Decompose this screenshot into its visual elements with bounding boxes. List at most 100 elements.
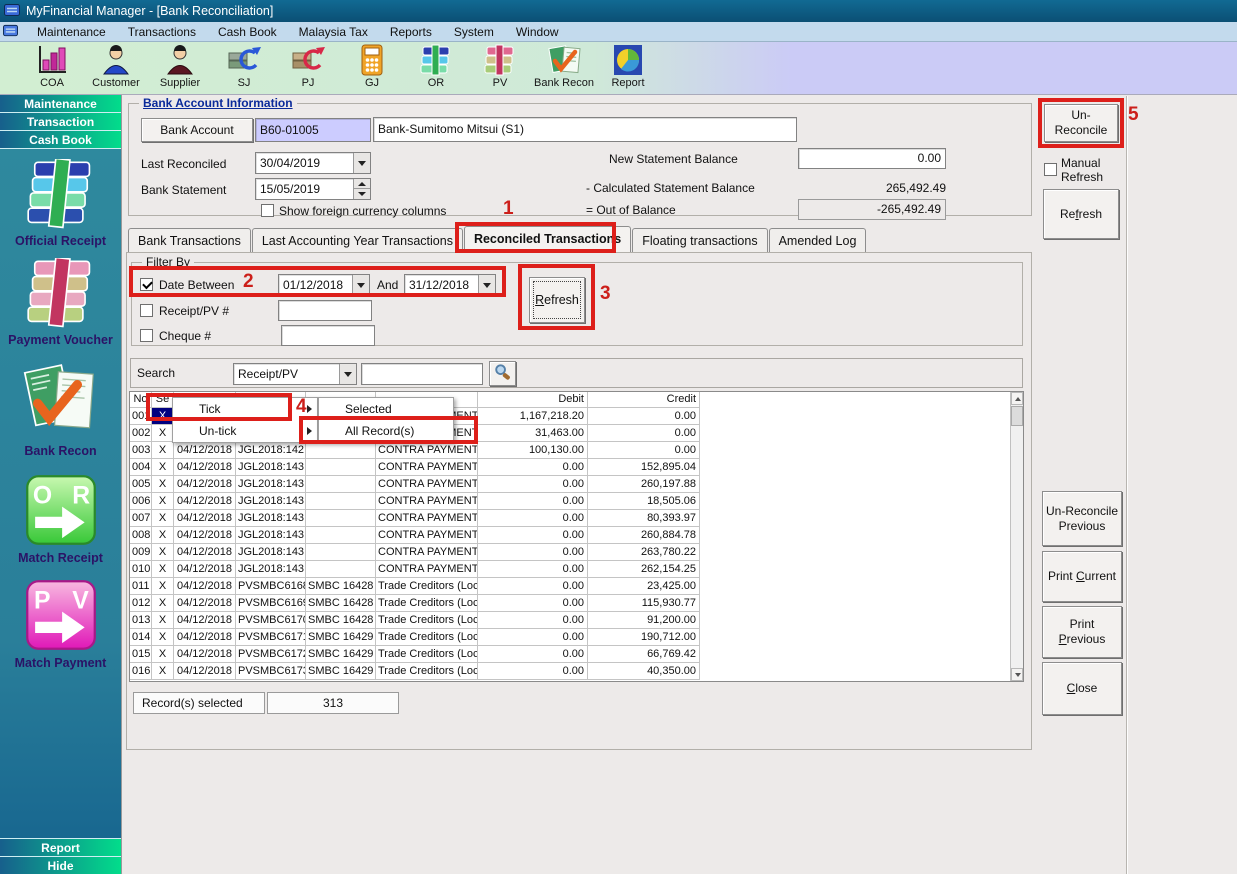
tab-reconciled-transactions[interactable]: Reconciled Transactions [463,226,632,253]
cell-cheque [306,561,376,578]
table-row[interactable]: 007 X 04/12/2018 JGL2018:143 CONTRA PAYMENT … [130,510,1023,527]
table-row[interactable]: 012 X 04/12/2018 PVSMBC6169 SMBC 16428 Trade … [130,595,1023,612]
menu-cash-book[interactable]: Cash Book [207,22,288,42]
chevron-down-icon[interactable] [353,153,370,173]
menu-item-tick[interactable]: Tick [173,398,317,420]
bank-statement-date-spinner[interactable]: 15/05/2019 [255,178,371,200]
close-button[interactable]: Close [1042,662,1122,715]
cell-no: 006 [130,493,152,510]
toolbar-coa[interactable]: COA [20,44,84,89]
table-row[interactable]: 013 X 04/12/2018 PVSMBC6170 SMBC 16428 Trade … [130,612,1023,629]
tab-amended-log[interactable]: Amended Log [768,228,867,253]
menu-item-untick[interactable]: Un-tick [173,420,317,442]
un-reconcile-previous-button[interactable]: Un-Reconcile Previous [1042,491,1122,546]
search-field-combo[interactable]: Receipt/PV [233,363,357,385]
date-to-combo[interactable]: 31/12/2018 [404,274,496,296]
table-row[interactable]: 009 X 04/12/2018 JGL2018:143 CONTRA PAYMENT … [130,544,1023,561]
tab-bank-transactions[interactable]: Bank Transactions [128,228,251,253]
cheque-input[interactable] [281,325,375,346]
cell-sel: X [152,527,174,544]
toolbar-pv[interactable]: PV [468,44,532,89]
tab-floating-transactions[interactable]: Floating transactions [632,228,768,253]
table-row[interactable]: 016 X 04/12/2018 PVSMBC6173 SMBC 16429 Trade … [130,663,1023,680]
table-row[interactable]: 008 X 04/12/2018 JGL2018:143 CONTRA PAYMENT … [130,527,1023,544]
filter-refresh-button[interactable]: Refresh [529,277,585,323]
menu-item-selected-records[interactable]: Selected Record(s) [319,398,453,438]
toolbar-or[interactable]: OR [404,44,468,89]
chevron-down-icon[interactable] [478,275,495,295]
cell-date: 04/12/2018 [174,578,236,595]
manual-refresh-checkbox[interactable] [1044,163,1057,176]
last-reconciled-date-combo[interactable]: 30/04/2019 [255,152,371,174]
find-button[interactable] [489,361,516,386]
sidebar-item-official-receipt[interactable]: Official Receipt [0,157,121,248]
sidebar-section-transaction[interactable]: Transaction [0,113,121,131]
vertical-scrollbar[interactable] [1010,392,1023,681]
print-previous-button[interactable]: Print Previous [1042,606,1122,658]
chevron-down-icon[interactable] [352,275,369,295]
sidebar-footer-hide[interactable]: Hide [0,856,121,874]
toolbar-customer[interactable]: Customer [84,44,148,89]
receipt-pv-input[interactable] [278,300,372,321]
sidebar-footer-report[interactable]: Report [0,838,121,856]
refresh-button[interactable]: Refresh [1043,189,1119,239]
purchase-journal-icon [290,44,326,76]
date-from-combo[interactable]: 01/12/2018 [278,274,370,296]
table-row[interactable]: 014 X 04/12/2018 PVSMBC6171 SMBC 16429 Trade … [130,629,1023,646]
scroll-up-icon[interactable] [1011,392,1023,405]
sidebar-section-maintenance[interactable]: Maintenance [0,95,121,113]
scroll-down-icon[interactable] [1011,668,1023,681]
table-row[interactable]: 011 X 04/12/2018 PVSMBC6168 SMBC 16428 Trade … [130,578,1023,595]
cell-date: 04/12/2018 [174,527,236,544]
toolbar-pj[interactable]: PJ [276,44,340,89]
toolbar-bank-recon[interactable]: Bank Recon [532,44,596,89]
bank-account-code-field[interactable]: B60-01005 [255,118,371,142]
show-foreign-currency-checkbox[interactable] [261,204,274,217]
tab-last-accounting-year[interactable]: Last Accounting Year Transactions [251,228,463,253]
table-row[interactable]: 015 X 04/12/2018 PVSMBC6172 SMBC 16429 Trade … [130,646,1023,663]
sidebar-item-payment-voucher[interactable]: Payment Voucher [0,256,121,347]
search-strip: Search Receipt/PV [130,358,1023,388]
scrollbar-thumb[interactable] [1011,406,1023,426]
cheque-checkbox[interactable] [140,329,153,342]
manual-refresh-label: Manual Refresh [1061,156,1104,184]
receipt-pv-checkbox[interactable] [140,304,153,317]
cell-no: 002 [130,425,152,442]
chevron-down-icon[interactable] [339,364,356,384]
toolbar: COA Customer Supplier SJ PJ GJ OR PV Ban… [0,42,1237,95]
toolbar-supplier[interactable]: Supplier [148,44,212,89]
spinner-up-icon[interactable] [353,179,370,189]
new-statement-balance-field[interactable]: 0.00 [798,148,946,169]
sidebar-section-cash-book[interactable]: Cash Book [0,131,121,149]
date-between-checkbox[interactable] [140,278,153,291]
menu-item-all-records[interactable]: All Record(s) [319,420,453,442]
print-current-button[interactable]: Print Current [1042,551,1122,602]
column-header-debit[interactable]: Debit [478,392,588,408]
column-header-sel[interactable]: Se [152,392,174,408]
menu-transactions[interactable]: Transactions [117,22,207,42]
un-reconcile-button[interactable]: Un-Reconcile [1044,104,1118,142]
sidebar-item-match-payment[interactable]: PV Match Payment [0,579,121,670]
bank-account-name-field[interactable]: Bank-Sumitomo Mitsui (S1) [373,117,797,142]
menu-window[interactable]: Window [505,22,570,42]
spinner-down-icon[interactable] [353,189,370,199]
menu-malaysia-tax[interactable]: Malaysia Tax [288,22,379,42]
column-header-no[interactable]: No [130,392,152,408]
table-row[interactable]: 006 X 04/12/2018 JGL2018:143 CONTRA PAYMENT … [130,493,1023,510]
sidebar-item-match-receipt[interactable]: OR Match Receipt [0,474,121,565]
table-row[interactable]: 004 X 04/12/2018 JGL2018:143 CONTRA PAYMENT … [130,459,1023,476]
column-header-credit[interactable]: Credit [588,392,700,408]
menu-reports[interactable]: Reports [379,22,443,42]
table-row[interactable]: 005 X 04/12/2018 JGL2018:143 CONTRA PAYMENT … [130,476,1023,493]
table-row[interactable]: 003 X 04/12/2018 JGL2018:142 CONTRA PAYMENT … [130,442,1023,459]
menu-system[interactable]: System [443,22,505,42]
table-row[interactable]: 010 X 04/12/2018 JGL2018:143 CONTRA PAYMENT … [130,561,1023,578]
bank-account-button[interactable]: Bank Account [141,118,253,142]
sidebar-item-label: Official Receipt [15,234,106,248]
toolbar-gj[interactable]: GJ [340,44,404,89]
sidebar-item-bank-recon[interactable]: Bank Recon [0,363,121,458]
menu-maintenance[interactable]: Maintenance [26,22,117,42]
toolbar-report[interactable]: Report [596,44,660,89]
toolbar-sj[interactable]: SJ [212,44,276,89]
search-query-input[interactable] [361,363,483,385]
